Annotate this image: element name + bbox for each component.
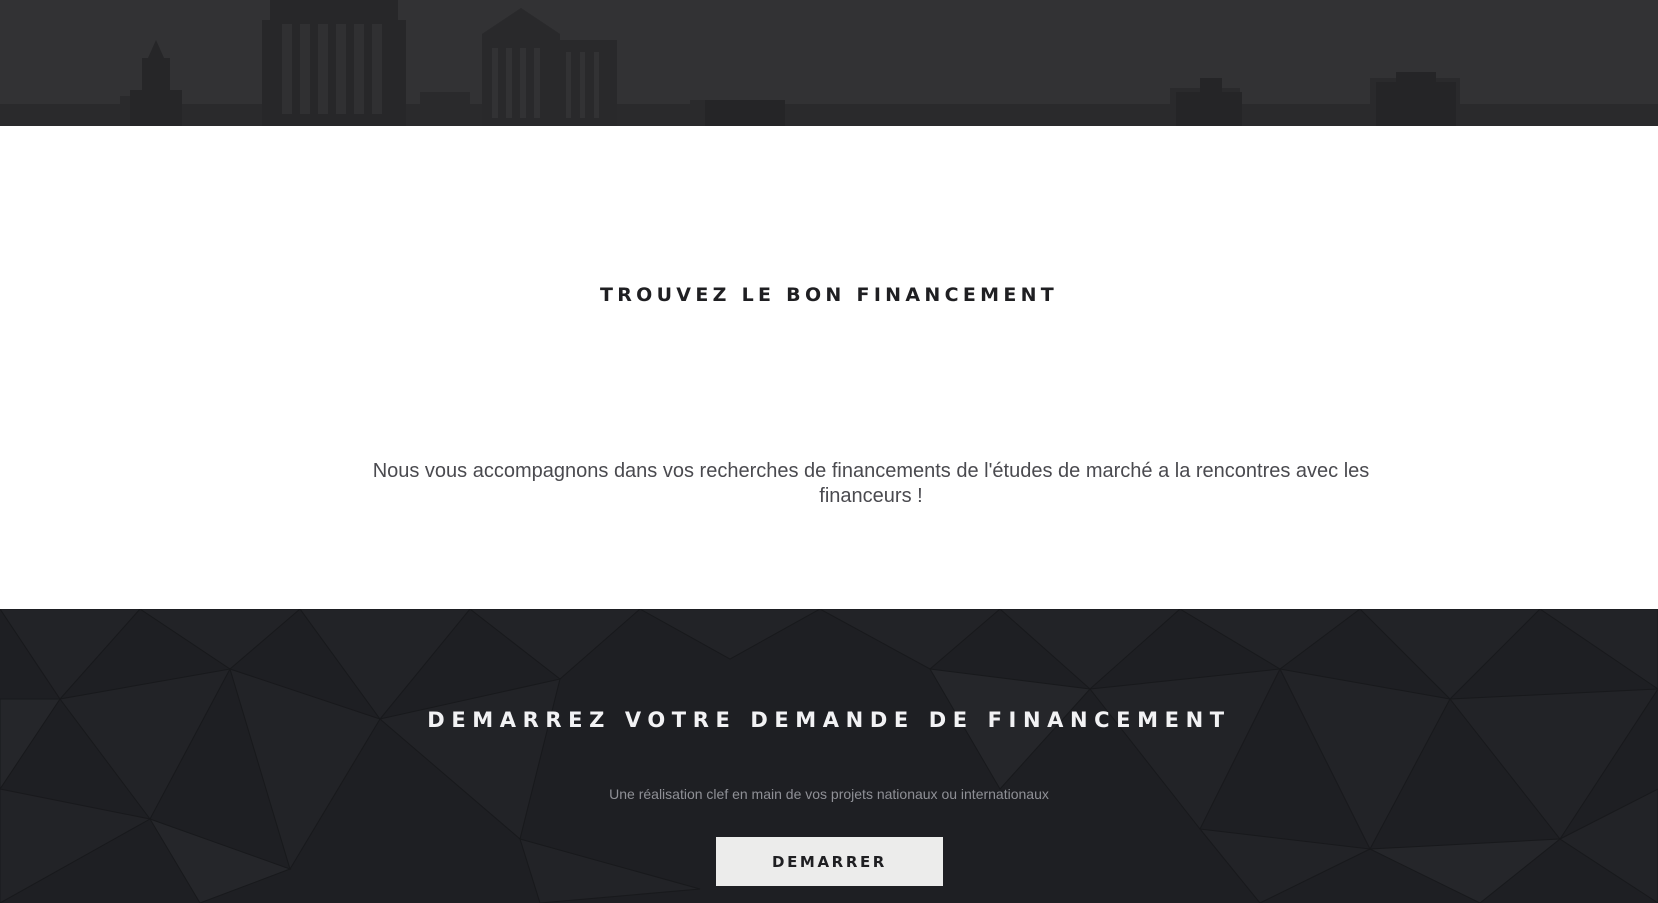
hero-skyline-banner (0, 0, 1658, 126)
section-description: Nous vous accompagnons dans vos recherch… (372, 460, 1370, 507)
cta-subtitle: Une réalisation clef en main de vos proj… (609, 786, 1049, 802)
cta-title: DEMARREZ VOTRE DEMANDE DE FINANCEMENT (427, 708, 1231, 732)
section-title: TROUVEZ LE BON FINANCEMENT (599, 284, 1059, 306)
cta-section: DEMARREZ VOTRE DEMANDE DE FINANCEMENT Un… (0, 609, 1658, 903)
intro-section: TROUVEZ LE BON FINANCEMENT Nous vous acc… (0, 126, 1658, 609)
start-button[interactable]: DEMARRER (716, 837, 943, 886)
city-skyline-image (0, 0, 1658, 126)
